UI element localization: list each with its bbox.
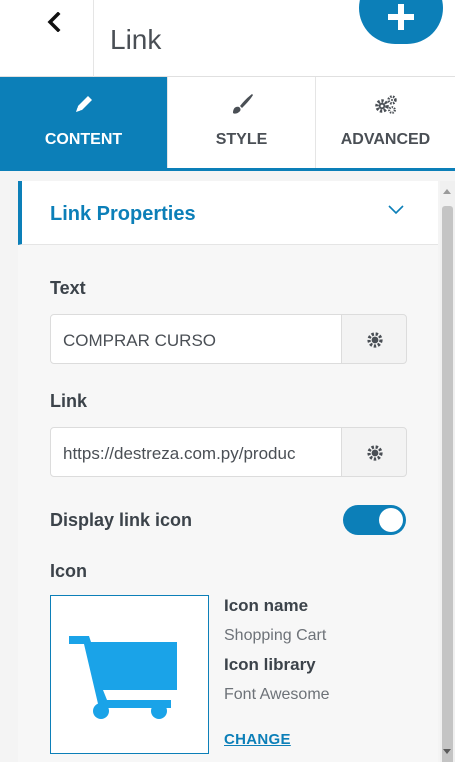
dynamic-data-icon bbox=[367, 332, 383, 348]
tab-style[interactable]: STYLE bbox=[168, 77, 316, 168]
add-element-button[interactable] bbox=[359, 0, 443, 44]
brush-icon bbox=[232, 94, 253, 114]
scroll-up-arrow-icon[interactable] bbox=[443, 189, 451, 194]
text-field-label: Text bbox=[50, 278, 86, 298]
scroll-down-arrow-icon[interactable] bbox=[443, 749, 451, 754]
scrollbar-thumb[interactable] bbox=[442, 206, 453, 762]
pencil-icon bbox=[75, 96, 92, 112]
panel-header: Link bbox=[0, 0, 455, 77]
text-input[interactable]: COMPRAR CURSO bbox=[50, 314, 342, 364]
link-field-label: Link bbox=[50, 391, 88, 411]
icon-label: Icon bbox=[50, 561, 88, 581]
back-button[interactable] bbox=[0, 0, 94, 77]
tab-advanced-label: ADVANCED bbox=[340, 131, 431, 148]
tab-content[interactable]: CONTENT bbox=[0, 77, 168, 168]
icon-name-value: Shopping Cart bbox=[224, 627, 327, 644]
editor-tabs: CONTENT STYLE ADVANCED bbox=[0, 77, 455, 171]
display-link-icon-toggle[interactable] bbox=[343, 505, 406, 535]
scrollbar[interactable] bbox=[440, 181, 455, 762]
plus-icon bbox=[388, 4, 414, 30]
icon-library-value: Font Awesome bbox=[224, 686, 330, 703]
toggle-knob bbox=[379, 508, 403, 532]
tab-content-label: CONTENT bbox=[44, 131, 123, 148]
change-icon-link[interactable]: CHANGE bbox=[224, 731, 291, 748]
tab-style-label: STYLE bbox=[215, 131, 268, 148]
section-header-link-properties[interactable]: Link Properties bbox=[18, 181, 438, 245]
icon-preview-box[interactable] bbox=[50, 595, 209, 754]
section-title: Link Properties bbox=[50, 203, 196, 225]
link-dynamic-data-button[interactable] bbox=[341, 427, 407, 477]
chevron-left-icon bbox=[47, 12, 61, 32]
gears-icon bbox=[374, 95, 397, 114]
icon-library-label: Icon library bbox=[224, 655, 316, 674]
shopping-cart-icon bbox=[69, 636, 177, 719]
link-input[interactable]: https://destreza.com.py/produc bbox=[50, 427, 342, 477]
dynamic-data-icon bbox=[367, 445, 383, 461]
display-link-icon-label: Display link icon bbox=[50, 510, 193, 530]
page-title: Link bbox=[110, 24, 162, 55]
icon-name-label: Icon name bbox=[224, 596, 309, 615]
text-dynamic-data-button[interactable] bbox=[341, 314, 407, 364]
tab-advanced[interactable]: ADVANCED bbox=[316, 77, 455, 168]
chevron-down-icon bbox=[388, 205, 404, 215]
